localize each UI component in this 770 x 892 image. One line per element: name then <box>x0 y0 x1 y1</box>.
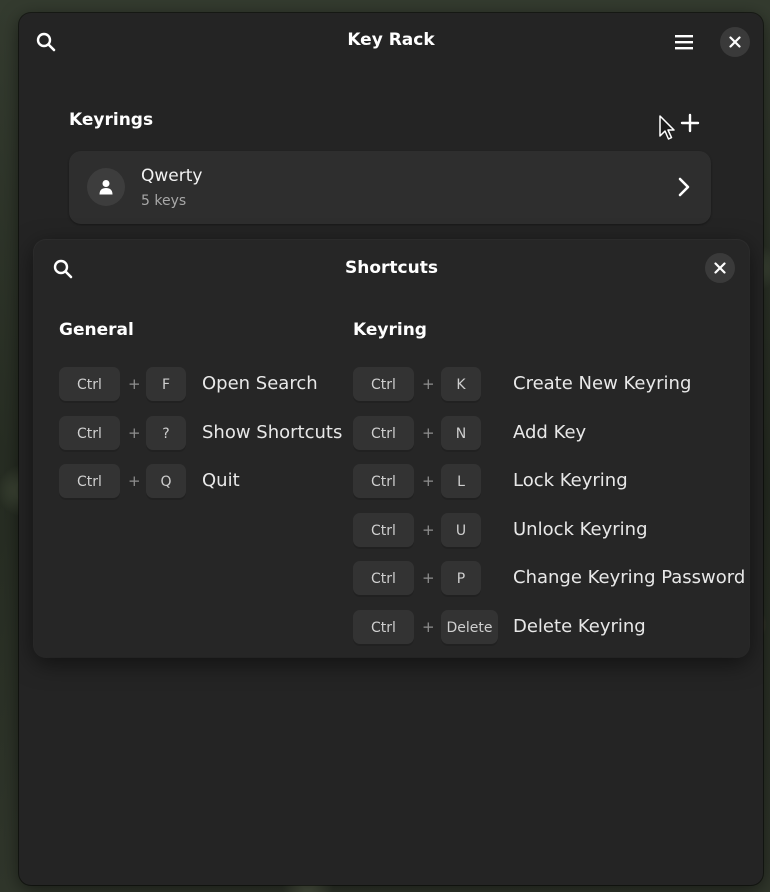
shortcut-label: Change Keyring Password <box>513 567 746 588</box>
keyrings-section-title: Keyrings <box>69 110 154 130</box>
shortcut-label: Quit <box>202 470 240 491</box>
key-u: U <box>441 513 481 549</box>
shortcut-label: Delete Keyring <box>513 616 646 637</box>
plus-separator: + <box>422 521 435 539</box>
shortcut-row-show-shortcuts: Ctrl + ? Show Shortcuts <box>59 416 349 452</box>
key-ctrl: Ctrl <box>353 610 414 646</box>
shortcuts-dialog-title: Shortcuts <box>345 258 438 278</box>
key-delete: Delete <box>441 610 498 646</box>
mouse-pointer-icon <box>659 115 675 140</box>
hamburger-menu-icon <box>675 35 693 50</box>
shortcut-label: Open Search <box>202 373 318 394</box>
key-question-mark: ? <box>146 416 186 452</box>
close-icon <box>714 262 726 274</box>
plus-separator: + <box>128 424 141 442</box>
key-ctrl: Ctrl <box>59 367 120 403</box>
window-title: Key Rack <box>347 30 435 50</box>
plus-separator: + <box>422 569 435 587</box>
key-ctrl: Ctrl <box>353 561 414 597</box>
app-window: Key Rack Keyrings Qwerty 5 keys Shortcut… <box>19 13 763 885</box>
key-ctrl: Ctrl <box>353 464 414 500</box>
shortcut-row-lock-keyring: Ctrl + L Lock Keyring <box>353 464 733 500</box>
close-icon <box>729 36 741 48</box>
person-icon <box>99 180 113 195</box>
shortcut-row-open-search: Ctrl + F Open Search <box>59 367 349 403</box>
shortcut-label: Unlock Keyring <box>513 519 648 540</box>
plus-separator: + <box>422 618 435 636</box>
shortcut-row-add-key: Ctrl + N Add Key <box>353 416 733 452</box>
shortcut-row-delete-keyring: Ctrl + Delete Delete Keyring <box>353 610 733 646</box>
shortcut-row-unlock-keyring: Ctrl + U Unlock Keyring <box>353 513 733 549</box>
key-q: Q <box>146 464 186 500</box>
window-close-button[interactable] <box>720 27 750 57</box>
plus-separator: + <box>128 472 141 490</box>
plus-separator: + <box>422 424 435 442</box>
main-menu-button[interactable] <box>671 29 697 55</box>
header-bar: Key Rack <box>19 13 763 69</box>
keyring-key-count: 5 keys <box>141 193 187 209</box>
key-p: P <box>441 561 481 597</box>
key-ctrl: Ctrl <box>59 416 120 452</box>
general-section-title: General <box>59 320 134 340</box>
shortcut-label: Create New Keyring <box>513 373 692 394</box>
keyring-name: Qwerty <box>141 166 203 186</box>
key-ctrl: Ctrl <box>59 464 120 500</box>
plus-icon <box>680 113 700 133</box>
keyring-section-title: Keyring <box>353 320 427 340</box>
add-keyring-button[interactable] <box>676 109 704 137</box>
avatar <box>87 168 125 206</box>
key-l: L <box>441 464 481 500</box>
shortcut-label: Lock Keyring <box>513 470 628 491</box>
key-f: F <box>146 367 186 403</box>
key-ctrl: Ctrl <box>353 513 414 549</box>
keyring-row-qwerty[interactable]: Qwerty 5 keys <box>69 151 711 224</box>
plus-separator: + <box>422 375 435 393</box>
key-ctrl: Ctrl <box>353 416 414 452</box>
shortcut-row-create-new-keyring: Ctrl + K Create New Keyring <box>353 367 733 403</box>
plus-separator: + <box>128 375 141 393</box>
chevron-right-icon <box>678 177 690 197</box>
plus-separator: + <box>422 472 435 490</box>
shortcuts-dialog: Shortcuts General Ctrl + F Open Search C… <box>34 240 749 657</box>
key-k: K <box>441 367 481 403</box>
shortcut-label: Add Key <box>513 422 587 443</box>
shortcut-row-quit: Ctrl + Q Quit <box>59 464 349 500</box>
key-ctrl: Ctrl <box>353 367 414 403</box>
key-n: N <box>441 416 481 452</box>
shortcuts-close-button[interactable] <box>705 253 735 283</box>
shortcut-label: Show Shortcuts <box>202 422 343 443</box>
shortcut-row-change-keyring-password: Ctrl + P Change Keyring Password <box>353 561 745 597</box>
